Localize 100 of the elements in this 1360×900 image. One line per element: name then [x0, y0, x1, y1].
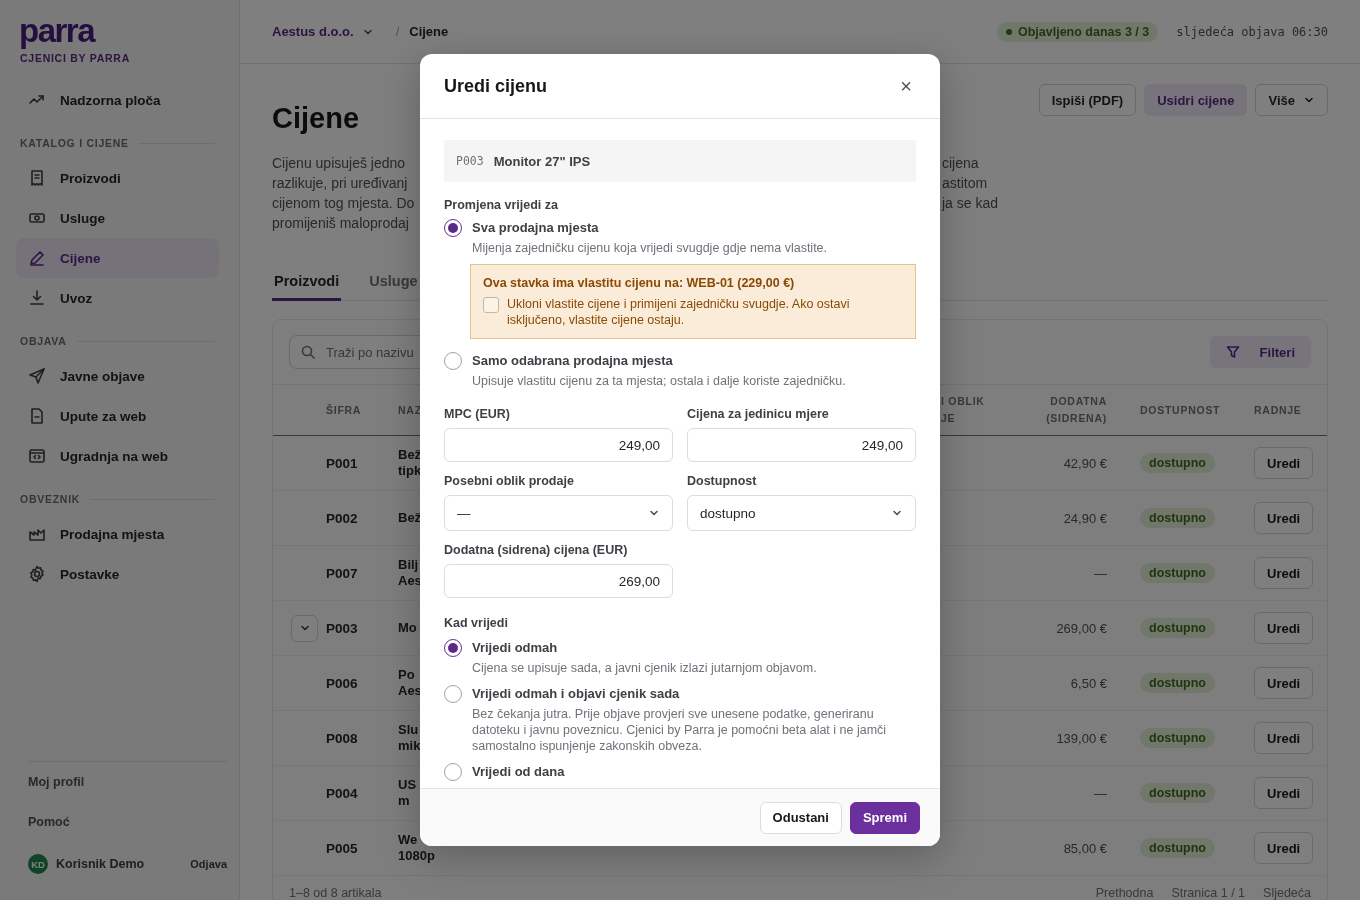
availability-badge: dostupno [1140, 728, 1215, 748]
tab[interactable]: Usluge [367, 265, 420, 301]
table-cell: Bež tipk [398, 447, 422, 479]
logout-link[interactable]: Odjava [190, 858, 227, 870]
radio-button[interactable] [444, 763, 462, 781]
more-menu-button[interactable]: Više [1255, 84, 1328, 116]
option-label: Samo odabrana prodajna mjesta [472, 353, 674, 369]
radio-button[interactable] [444, 219, 462, 237]
option-label: Sva prodajna mjesta [472, 220, 600, 236]
document-icon [28, 407, 46, 425]
checkbox-label: Ukloni vlastite cijene i primijeni zajedničku svugdje. Ako ostavi isključeno, vlastite cijene ostaju. [507, 296, 851, 328]
edit-button[interactable]: Uredi [1254, 667, 1314, 699]
nav-item[interactable]: Javne objave [16, 356, 219, 396]
nav-item[interactable]: Proizvodi [16, 158, 219, 198]
option-label: Vrijedi od dana [472, 764, 566, 780]
expand-button[interactable] [291, 614, 318, 642]
table-cell: Slu mik [398, 722, 421, 754]
page-indicator: Stranica 1 / 1 [1171, 886, 1246, 900]
option-description: Upisuje vlastitu cijenu za ta mjesta; ostala i dalje koriste zajedničku. [472, 373, 847, 389]
table-cell: 24,90 € [1063, 510, 1107, 526]
availability-badge: dostupno [1140, 453, 1215, 473]
edit-button[interactable]: Uredi [1254, 832, 1314, 864]
option-label: Vrijedi odmah i objavi cjenik sada [472, 686, 681, 702]
nav-item[interactable]: Postavke [16, 554, 219, 594]
table-cell-text: P001 [326, 455, 359, 471]
next-publish-text: sljedeća objava 06:30 [1176, 24, 1328, 39]
table-cell-text: P003 [326, 620, 359, 636]
nav-item[interactable]: Nadzorna ploča [16, 80, 219, 120]
print-pdf-button[interactable]: Ispiši (PDF) [1038, 84, 1137, 116]
anchor-prices-button[interactable]: Usidri cijene [1144, 84, 1248, 116]
field-label: Dostupnost [687, 474, 758, 488]
item-count: 1–8 od 8 artikala [289, 886, 382, 900]
option-label: Vrijedi odmah [472, 640, 559, 656]
edit-button[interactable]: Uredi [1254, 612, 1314, 644]
table-cell: — [1094, 565, 1107, 581]
product-code: P003 [456, 154, 484, 168]
checkbox[interactable] [483, 297, 499, 313]
nav-item[interactable]: Usluge [16, 198, 219, 238]
user-name: Korisnik Demo [56, 857, 145, 871]
nav-item[interactable]: Uvoz [16, 278, 219, 318]
section-label: KATALOG I CIJENE [20, 137, 129, 149]
status-dot [1005, 28, 1012, 35]
table-cell-text: P008 [326, 730, 359, 746]
edit-button[interactable]: Uredi [1254, 722, 1314, 754]
footer-link[interactable]: Moj profil [28, 762, 85, 802]
column-header: NAZ [398, 402, 422, 418]
select-field[interactable]: — [444, 495, 673, 531]
edit-button[interactable]: Uredi [1254, 502, 1314, 534]
download-icon [28, 289, 46, 307]
receipt-icon [28, 169, 46, 187]
save-button[interactable]: Spremi [849, 801, 920, 834]
availability-badge: dostupno [1140, 838, 1215, 858]
product-name: Monitor 27" IPS [493, 153, 591, 169]
radio-button[interactable] [444, 352, 462, 370]
nav-item[interactable]: Upute za web [16, 396, 219, 436]
nav-item[interactable]: Ugradnja na web [16, 436, 219, 476]
edit-button[interactable]: Uredi [1254, 557, 1314, 589]
table-cell-text: P004 [326, 785, 359, 801]
input-field[interactable]: 249,00 [444, 428, 673, 462]
column-header: RADNJE [1254, 402, 1302, 418]
radio-button[interactable] [444, 639, 462, 657]
previous-page-button[interactable]: Prethodna [1095, 886, 1154, 900]
filter-button[interactable]: Filteri [1209, 336, 1311, 368]
radio-button[interactable] [444, 685, 462, 703]
table-cell: 6,50 € [1070, 675, 1107, 691]
next-page-button[interactable]: Sljedeća [1263, 886, 1311, 900]
footer-link[interactable]: Pomoć [28, 802, 70, 842]
description-text: Cijenu upisuješ jedno [272, 154, 407, 173]
input-field[interactable]: 269,00 [444, 564, 673, 598]
nav-item[interactable]: Cijene [16, 238, 219, 278]
description-text: cijena [942, 154, 980, 173]
field-label: MPC (EUR) [444, 407, 511, 421]
input-field[interactable]: 249,00 [687, 428, 916, 462]
user-avatar: KD [28, 854, 48, 874]
edit-button[interactable]: Uredi [1254, 447, 1314, 479]
table-cell: Bilj Aes [398, 557, 422, 589]
section-label: OBJAVA [20, 335, 67, 347]
edit-button[interactable]: Uredi [1254, 777, 1314, 809]
section-label: Kad vrijedi [444, 616, 509, 630]
availability-badge: dostupno [1140, 783, 1215, 803]
availability-badge: dostupno [1140, 508, 1215, 528]
nav-item[interactable]: Prodajna mjesta [16, 514, 219, 554]
close-button[interactable]: × [896, 76, 916, 96]
send-icon [28, 367, 46, 385]
table-cell: US m [398, 777, 417, 809]
pencil-icon [28, 249, 46, 267]
select-field[interactable]: dostupno [687, 495, 916, 531]
logo: parra [19, 14, 95, 48]
table-cell: 85,00 € [1063, 840, 1107, 856]
tab[interactable]: Proizvodi [272, 265, 342, 301]
section-label: Promjena vrijedi za [444, 198, 559, 212]
page-title: Cijene [272, 101, 360, 136]
table-cell: — [1094, 785, 1107, 801]
description-text: cijenom tog mjesta. Do [272, 194, 416, 213]
field-label: Cijena za jedinicu mjere [687, 407, 830, 421]
cancel-button[interactable]: Odustani [759, 801, 842, 834]
column-header: I OBLIK JE [941, 394, 986, 426]
company-switcher[interactable]: Aestus d.o.o. [272, 24, 374, 39]
option-description: Cijena se upisuje sada, a javni cjenik izlazi jutarnjom objavom. [472, 660, 818, 676]
availability-badge: dostupno [1140, 563, 1215, 583]
